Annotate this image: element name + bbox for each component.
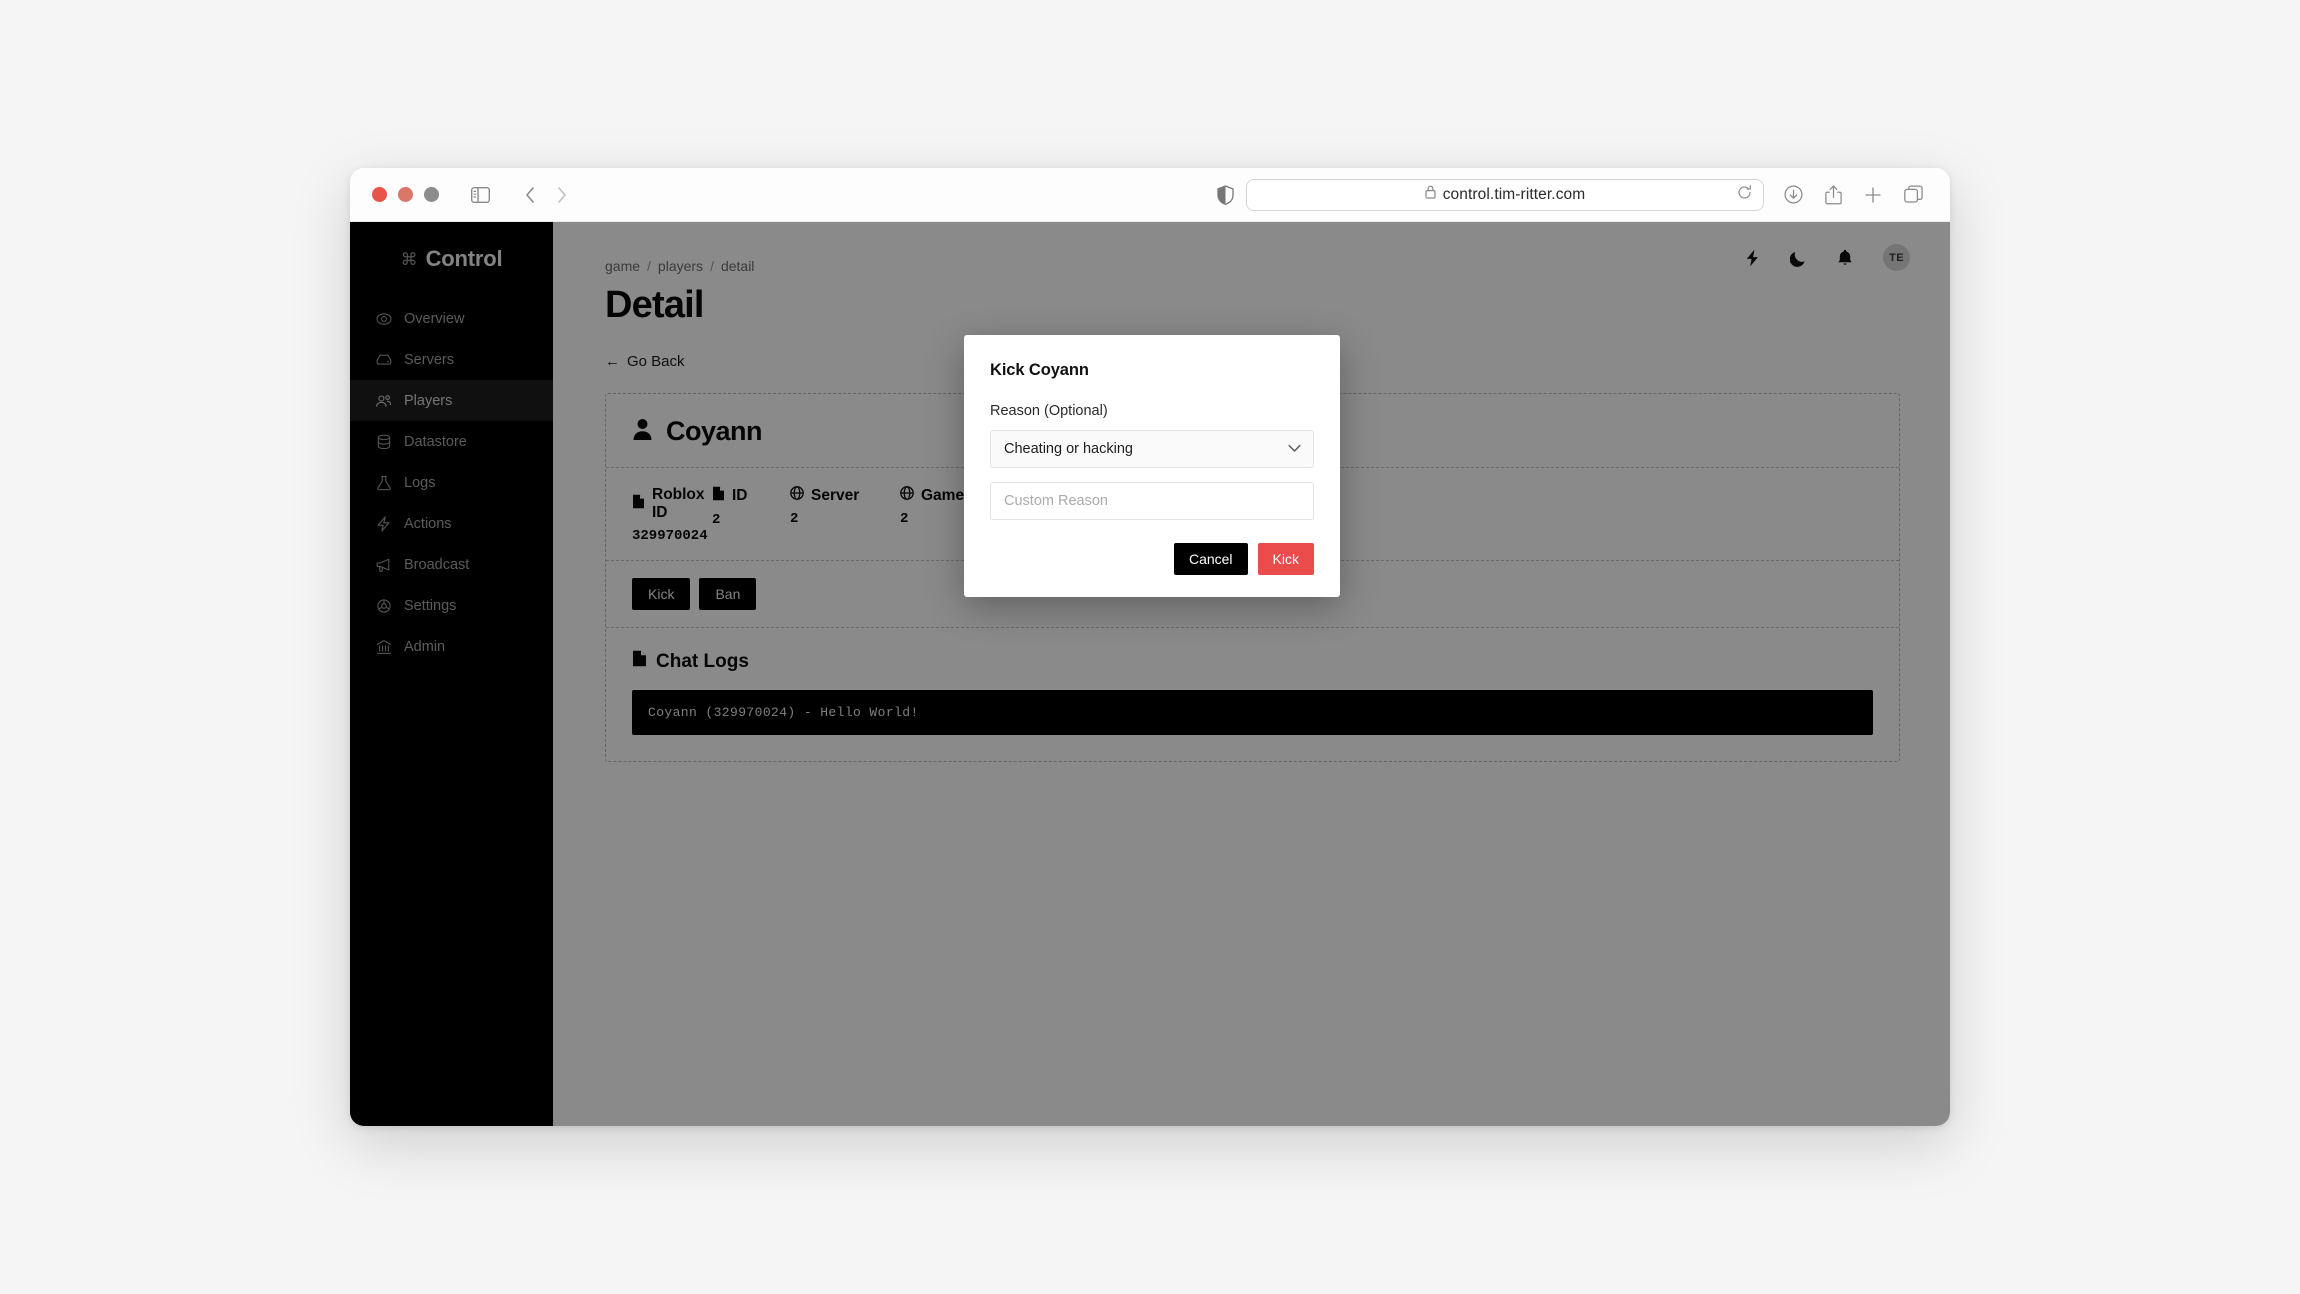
browser-toolbar-actions — [1778, 180, 1928, 210]
browser-toolbar: control.tim-ritter.com — [350, 168, 1950, 222]
reason-select-wrapper: Cheating or hacking — [990, 430, 1314, 468]
lock-icon — [1425, 185, 1436, 204]
shield-icon[interactable] — [1210, 180, 1240, 210]
maximize-window-button[interactable] — [424, 187, 439, 202]
reload-icon[interactable] — [1737, 184, 1752, 205]
kick-confirm-button[interactable]: Kick — [1257, 543, 1314, 575]
tab-overview-icon[interactable] — [1898, 180, 1928, 210]
cancel-button[interactable]: Cancel — [1173, 543, 1248, 575]
app-container: ⌘ Control Overview Servers Players Datas… — [350, 222, 1950, 1126]
custom-reason-input[interactable] — [990, 482, 1314, 520]
url-bar[interactable]: control.tim-ritter.com — [1246, 178, 1764, 211]
traffic-lights — [372, 187, 439, 202]
share-icon[interactable] — [1818, 180, 1848, 210]
close-window-button[interactable] — [372, 187, 387, 202]
kick-modal: Kick Coyann Reason (Optional) Cheating o… — [964, 335, 1340, 597]
download-icon[interactable] — [1778, 180, 1808, 210]
modal-actions: Cancel Kick — [990, 543, 1314, 575]
url-text: control.tim-ritter.com — [1442, 185, 1586, 203]
sidebar-toggle-icon[interactable] — [465, 180, 495, 210]
reason-select[interactable]: Cheating or hacking — [990, 430, 1314, 468]
new-tab-icon[interactable] — [1858, 180, 1888, 210]
chevron-right-icon[interactable] — [547, 180, 577, 210]
browser-window: control.tim-ritter.com ⌘ Control Overvie… — [350, 168, 1950, 1126]
modal-title: Kick Coyann — [990, 361, 1089, 379]
chevron-left-icon[interactable] — [515, 180, 545, 210]
minimize-window-button[interactable] — [398, 187, 413, 202]
reason-label: Reason (Optional) — [990, 403, 1108, 419]
